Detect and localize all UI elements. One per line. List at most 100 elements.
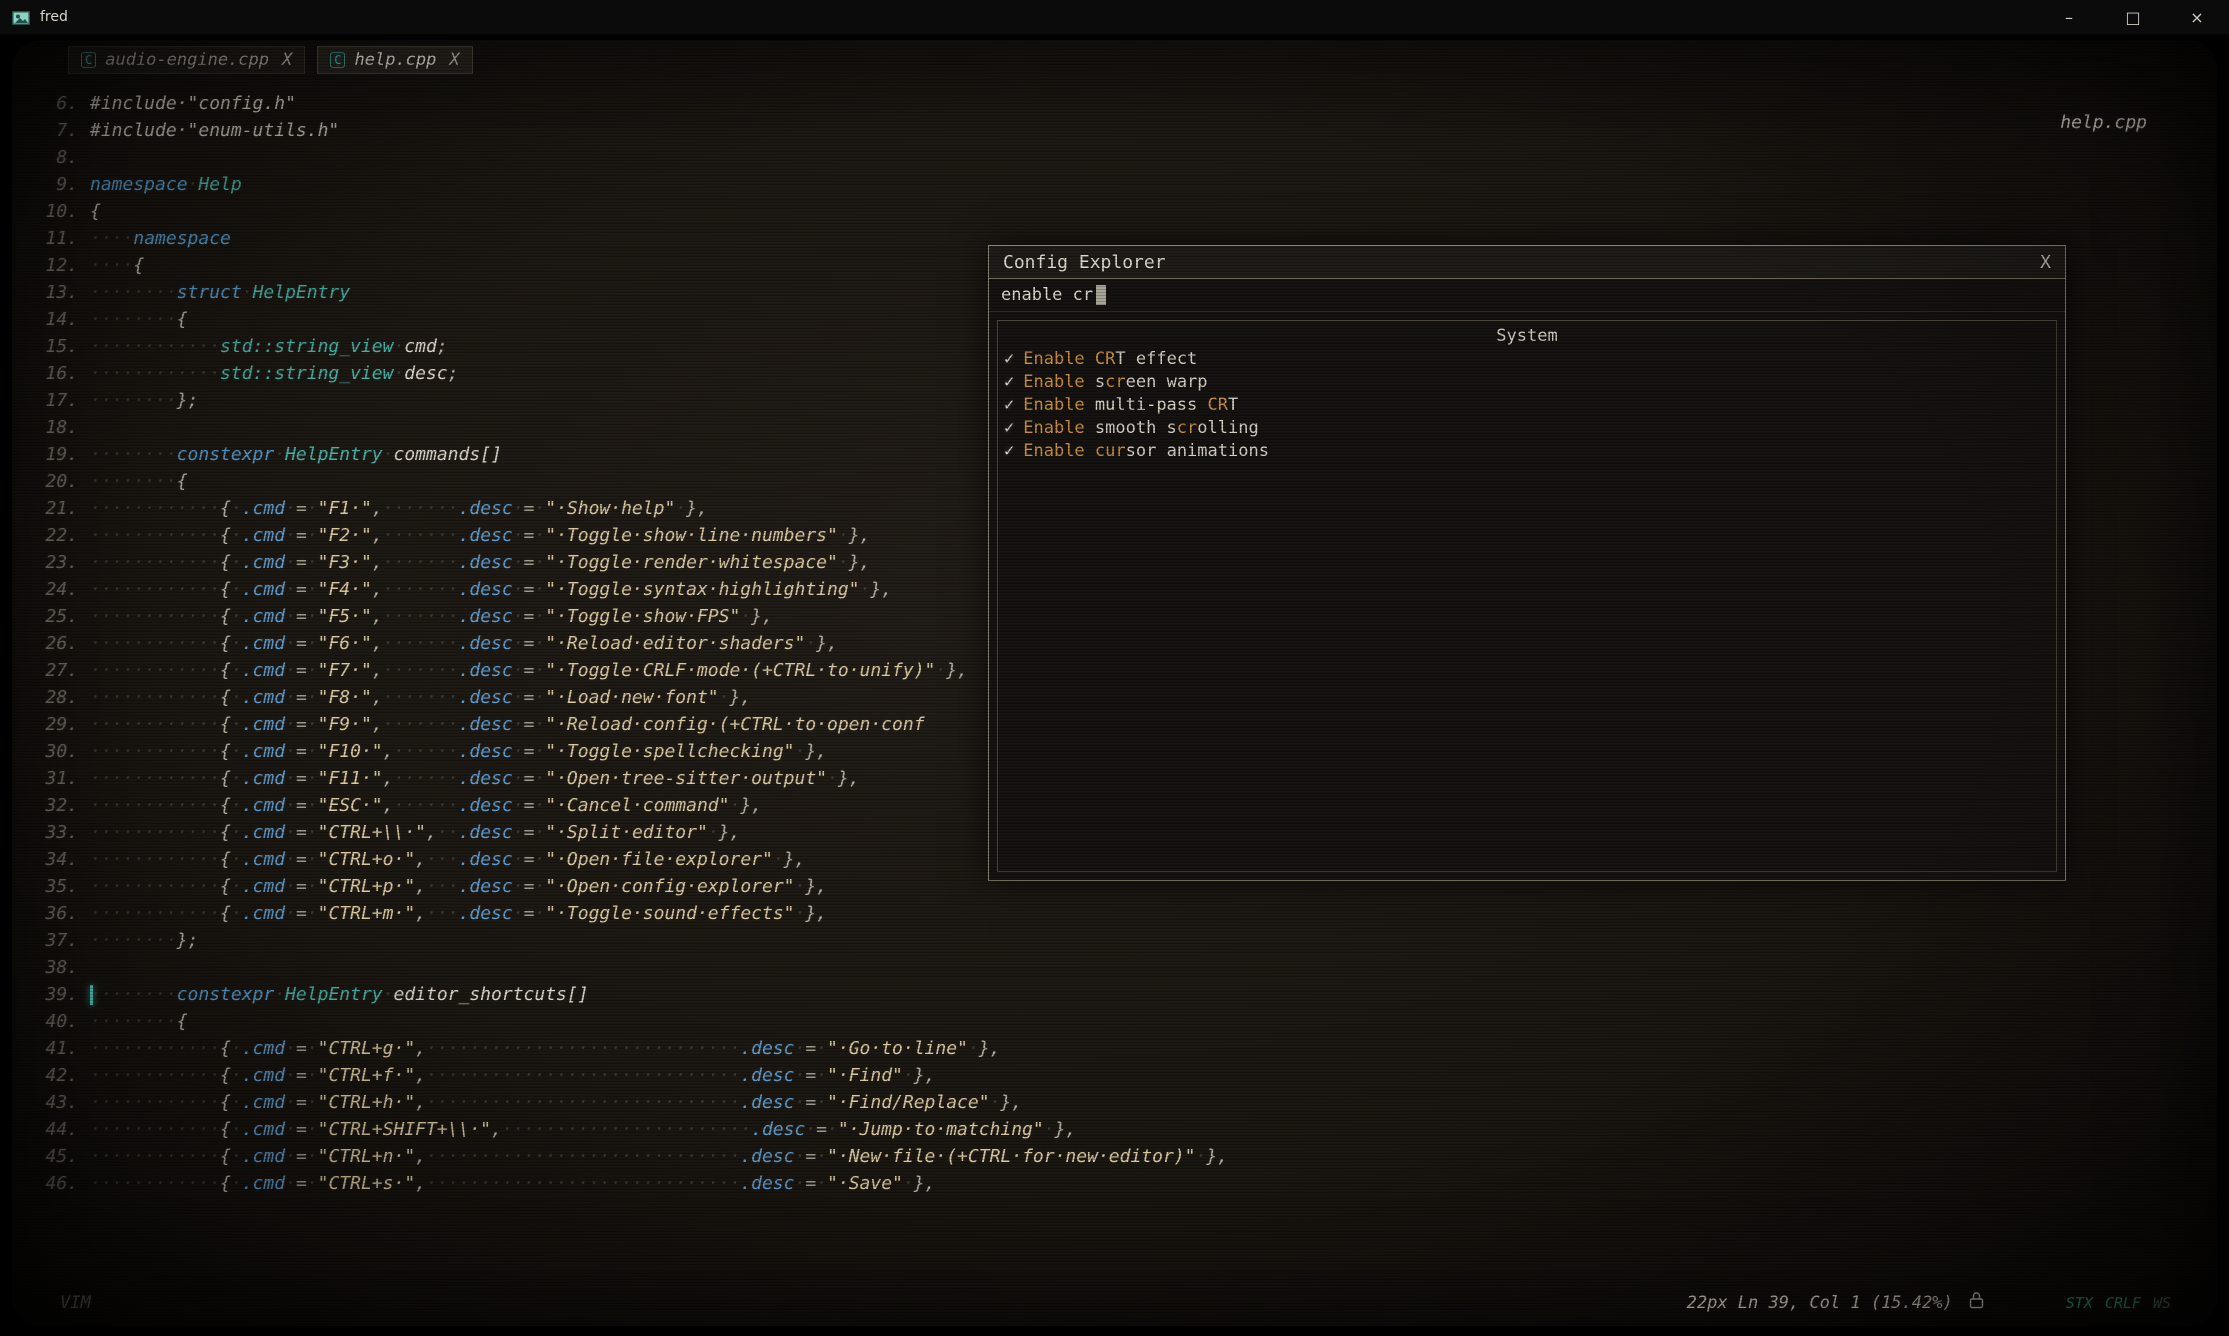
code-line[interactable]: 45.············{·.cmd·=·"CTRL+n·",······… bbox=[20, 1143, 2217, 1170]
line-number: 19. bbox=[20, 441, 90, 468]
line-content: ············{·.cmd·=·"F4·",·······.desc·… bbox=[90, 576, 892, 603]
flag-ws: WS bbox=[2153, 1294, 2171, 1312]
line-number: 25. bbox=[20, 603, 90, 630]
line-number: 15. bbox=[20, 333, 90, 360]
code-line[interactable]: 43.············{·.cmd·=·"CTRL+h·",······… bbox=[20, 1089, 2217, 1116]
line-content: ········constexpr·HelpEntry·commands[] bbox=[90, 441, 502, 468]
config-explorer-title: Config Explorer bbox=[1003, 252, 1166, 273]
line-number: 37. bbox=[20, 927, 90, 954]
line-content: ········{ bbox=[90, 468, 188, 495]
line-number: 41. bbox=[20, 1035, 90, 1062]
tab-label: help.cpp bbox=[354, 50, 436, 70]
line-content: ············{·.cmd·=·"F9·",·······.desc·… bbox=[90, 711, 925, 738]
code-line[interactable]: 9.namespace·Help bbox=[20, 171, 2217, 198]
line-content: { bbox=[90, 198, 101, 225]
line-number: 6. bbox=[20, 90, 90, 117]
line-content: ········}; bbox=[90, 387, 198, 414]
line-content: namespace·Help bbox=[90, 171, 242, 198]
code-line[interactable]: 38. bbox=[20, 954, 2217, 981]
code-line[interactable]: 36.············{·.cmd·=·"CTRL+m·",···.de… bbox=[20, 900, 2217, 927]
line-number: 45. bbox=[20, 1143, 90, 1170]
line-number: 44. bbox=[20, 1116, 90, 1143]
search-query-text: enable cr bbox=[1001, 285, 1093, 305]
line-number: 40. bbox=[20, 1008, 90, 1035]
line-number: 22. bbox=[20, 522, 90, 549]
line-number: 34. bbox=[20, 846, 90, 873]
line-number: 20. bbox=[20, 468, 90, 495]
maximize-button[interactable]: □ bbox=[2101, 0, 2165, 34]
line-content: ············{·.cmd·=·"F11·",······.desc·… bbox=[90, 765, 860, 792]
config-option-enable-crt-effect[interactable]: ✓Enable CRT effect bbox=[998, 348, 2056, 371]
cursor-position-info: 22px Ln 39, Col 1 (15.42%) bbox=[1687, 1293, 1953, 1313]
config-explorer-panel: Config Explorer X enable cr System ✓Enab… bbox=[988, 245, 2066, 881]
line-content: ············{·.cmd·=·"F8·",·······.desc·… bbox=[90, 684, 751, 711]
line-content: ····{ bbox=[90, 252, 144, 279]
line-number: 10. bbox=[20, 198, 90, 225]
search-input[interactable]: enable cr bbox=[989, 279, 2065, 312]
tab-help[interactable]: Chelp.cppX bbox=[317, 46, 472, 74]
line-number: 46. bbox=[20, 1170, 90, 1197]
panel-close-icon[interactable]: X bbox=[2040, 252, 2051, 273]
line-number: 26. bbox=[20, 630, 90, 657]
line-content: ············{·.cmd·=·"CTRL+\\·",··.desc·… bbox=[90, 819, 740, 846]
window-controls: – □ × bbox=[2037, 0, 2229, 34]
code-line[interactable]: 42.············{·.cmd·=·"CTRL+f·",······… bbox=[20, 1062, 2217, 1089]
line-content: ········{ bbox=[90, 1008, 188, 1035]
line-number: 30. bbox=[20, 738, 90, 765]
code-line[interactable]: 40.········{ bbox=[20, 1008, 2217, 1035]
option-label: Enable smooth scrolling bbox=[1023, 417, 1258, 440]
config-options-list: ✓Enable CRT effect✓Enable screen warp✓En… bbox=[998, 348, 2056, 463]
line-content: ············{·.cmd·=·"F5·",·······.desc·… bbox=[90, 603, 773, 630]
config-option-enable-smooth-scrolling[interactable]: ✓ Enable smooth scrolling bbox=[998, 417, 2056, 440]
lock-icon bbox=[1969, 1291, 1984, 1314]
code-line[interactable]: 44.············{·.cmd·=·"CTRL+SHIFT+\\·"… bbox=[20, 1116, 2217, 1143]
crt-screen: 6.#include·"config.h"7.#include·"enum-ut… bbox=[12, 40, 2217, 1326]
line-content: ········struct·HelpEntry bbox=[90, 279, 350, 306]
encoding-flags: STXCRLFWS bbox=[2066, 1294, 2171, 1312]
config-option-enable-cursor-animations[interactable]: ✓Enable cursor animations bbox=[998, 440, 2056, 463]
line-number: 12. bbox=[20, 252, 90, 279]
line-number: 35. bbox=[20, 873, 90, 900]
tab-close-icon[interactable]: X bbox=[449, 50, 459, 70]
code-line[interactable]: 41.············{·.cmd·=·"CTRL+g·",······… bbox=[20, 1035, 2217, 1062]
tab-close-icon[interactable]: X bbox=[282, 50, 292, 70]
checkmark-icon: ✓ bbox=[1004, 371, 1014, 394]
line-content: ············{·.cmd·=·"CTRL+n·",·········… bbox=[90, 1143, 1228, 1170]
app-icon bbox=[12, 10, 30, 24]
line-content: ········{ bbox=[90, 306, 188, 333]
code-line[interactable]: 6.#include·"config.h" bbox=[20, 90, 2217, 117]
tab-label: audio-engine.cpp bbox=[105, 50, 269, 70]
line-content: ············{·.cmd·=·"CTRL+s·",·········… bbox=[90, 1170, 935, 1197]
minimize-button[interactable]: – bbox=[2037, 0, 2101, 34]
line-number: 8. bbox=[20, 144, 90, 171]
line-content: ············{·.cmd·=·"CTRL+h·",·········… bbox=[90, 1089, 1022, 1116]
crt-bezel: 6.#include·"config.h"7.#include·"enum-ut… bbox=[0, 34, 2229, 1336]
code-line[interactable]: 39.········constexpr·HelpEntry·editor_sh… bbox=[20, 981, 2217, 1008]
line-number: 17. bbox=[20, 387, 90, 414]
line-content: ············{·.cmd·=·"F2·",·······.desc·… bbox=[90, 522, 870, 549]
line-content: ········}; bbox=[90, 927, 198, 954]
line-number: 42. bbox=[20, 1062, 90, 1089]
config-option-enable-screen-warp[interactable]: ✓Enable screen warp bbox=[998, 371, 2056, 394]
code-line[interactable]: 10.{ bbox=[20, 198, 2217, 225]
line-number: 38. bbox=[20, 954, 90, 981]
line-content: ············{·.cmd·=·"CTRL+m·",···.desc·… bbox=[90, 900, 827, 927]
close-button[interactable]: × bbox=[2165, 0, 2229, 34]
line-number: 29. bbox=[20, 711, 90, 738]
checkmark-icon: ✓ bbox=[1004, 417, 1014, 440]
tab-audio-engine[interactable]: Caudio-engine.cppX bbox=[68, 46, 305, 74]
code-line[interactable]: 46.············{·.cmd·=·"CTRL+s·",······… bbox=[20, 1170, 2217, 1197]
line-number: 11. bbox=[20, 225, 90, 252]
config-option-enable-multi-pass-crt[interactable]: ✓Enable multi-pass CRT bbox=[998, 394, 2056, 417]
code-line[interactable]: 7.#include·"enum-utils.h" bbox=[20, 117, 2217, 144]
line-number: 28. bbox=[20, 684, 90, 711]
line-content: ············{·.cmd·=·"F10·",······.desc·… bbox=[90, 738, 827, 765]
code-line[interactable]: 8. bbox=[20, 144, 2217, 171]
window-titlebar: fred – □ × bbox=[0, 0, 2229, 34]
code-line[interactable]: 37.········}; bbox=[20, 927, 2217, 954]
section-header-system: System bbox=[998, 324, 2056, 348]
filename-overlay: help.cpp bbox=[2060, 112, 2147, 133]
line-content: ········constexpr·HelpEntry·editor_short… bbox=[90, 981, 589, 1008]
option-label: Enable CRT effect bbox=[1023, 348, 1197, 371]
line-content: ············std::string_view·desc; bbox=[90, 360, 458, 387]
